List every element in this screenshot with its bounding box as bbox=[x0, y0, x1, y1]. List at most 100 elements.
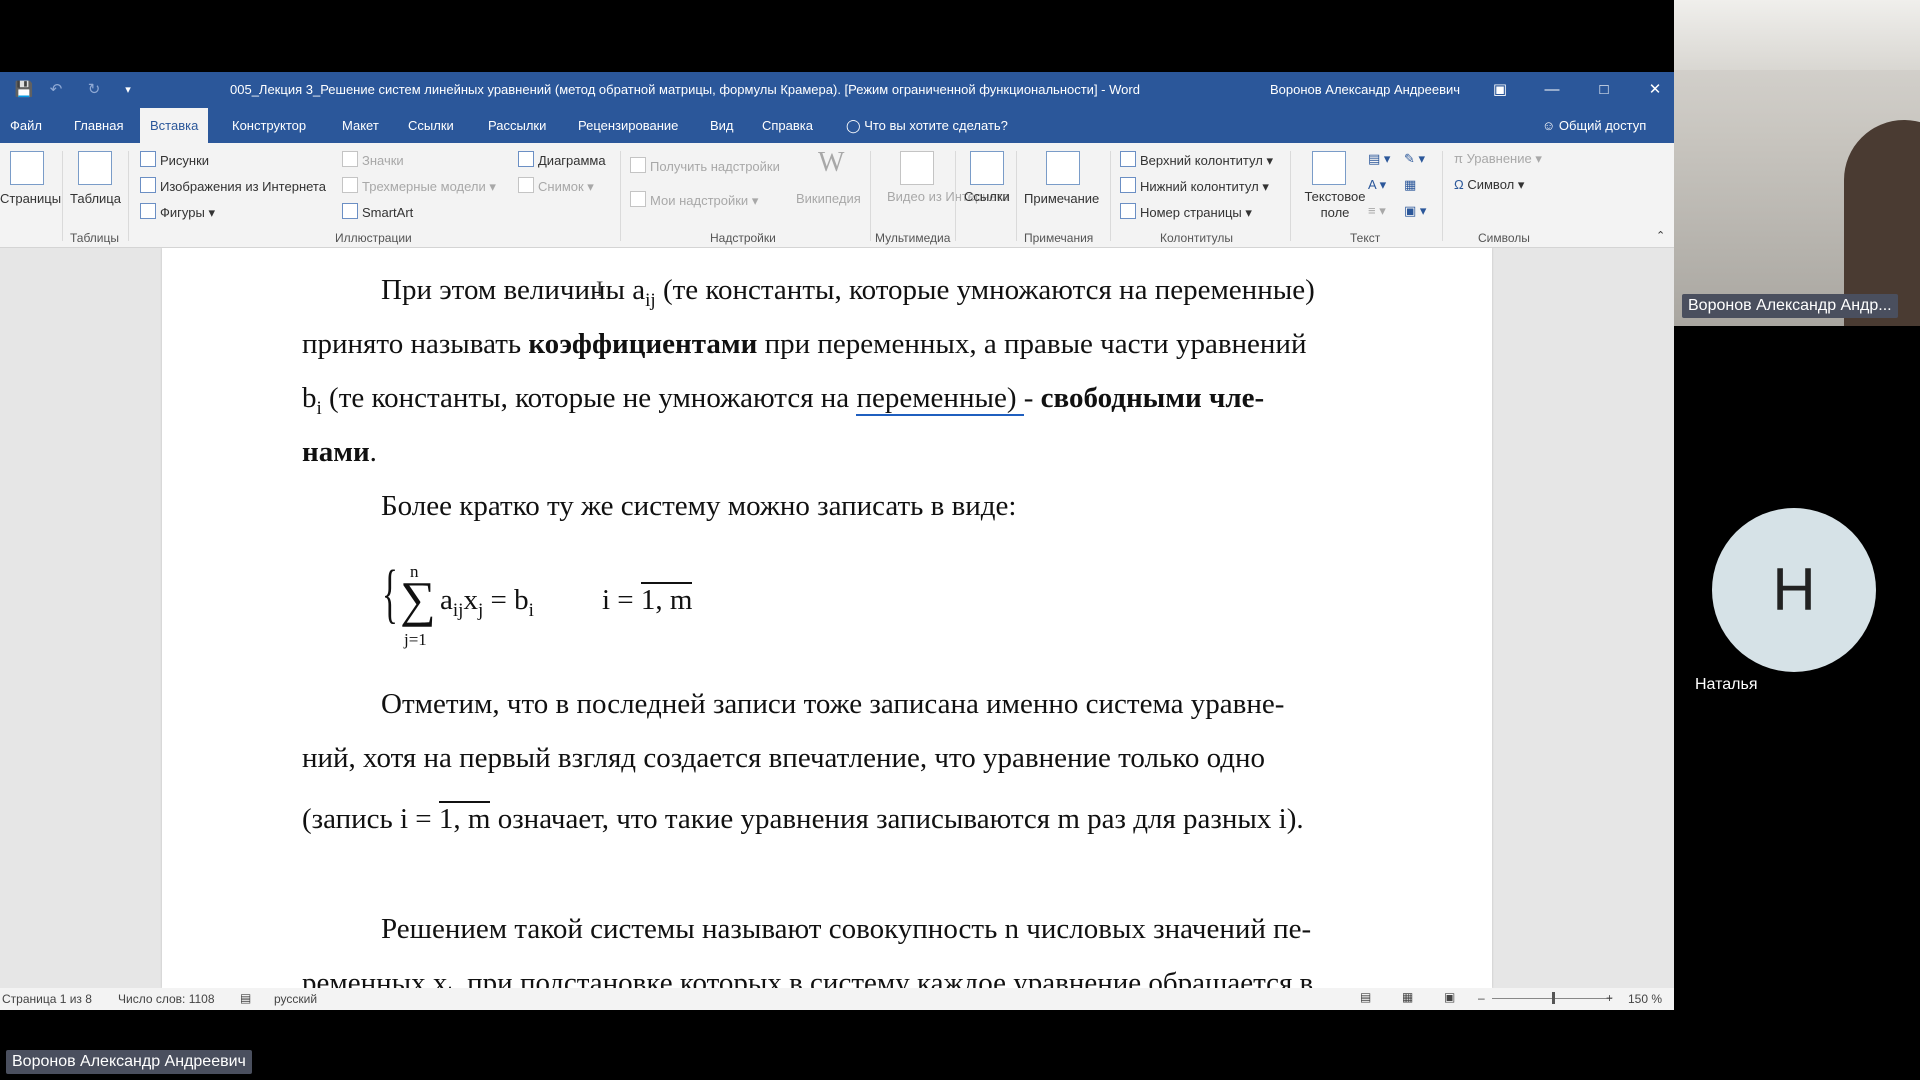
ribbon-display-icon[interactable]: ▣ bbox=[1490, 80, 1510, 100]
divider bbox=[870, 151, 871, 241]
3d-models-button[interactable]: Трехмерные модели ▾ bbox=[342, 177, 496, 195]
page-count[interactable]: Страница 1 из 8 bbox=[2, 992, 92, 1006]
text-box-icon[interactable] bbox=[1312, 151, 1346, 185]
equation-label: Уравнение bbox=[1466, 151, 1532, 166]
chart-button[interactable]: Диаграмма bbox=[518, 151, 606, 168]
proofing-icon[interactable]: ▤ bbox=[240, 991, 251, 1005]
object-icon[interactable]: ▣ ▾ bbox=[1404, 203, 1426, 219]
tell-me-search[interactable]: ◯ Что вы хотите сделать? bbox=[844, 108, 1010, 143]
document-page[interactable]: При этом величины aij (те константы, кот… bbox=[162, 248, 1492, 988]
text-cursor-icon: I bbox=[596, 276, 604, 301]
pictures-button[interactable]: Рисунки bbox=[140, 151, 209, 168]
footer-button[interactable]: Нижний колонтитул ▾ bbox=[1120, 177, 1269, 195]
web-layout-icon[interactable]: ▣ bbox=[1444, 990, 1455, 1004]
zoom-slider-thumb[interactable] bbox=[1552, 992, 1555, 1004]
shapes-icon bbox=[140, 203, 156, 219]
ribbon-tabs: Файл Главная Вставка Конструктор Макет С… bbox=[0, 108, 1674, 143]
undo-icon[interactable]: ↶ bbox=[46, 80, 66, 100]
addins-group-label: Надстройки bbox=[710, 231, 776, 245]
tab-review[interactable]: Рецензирование bbox=[576, 108, 680, 143]
screenshot-button[interactable]: Снимок ▾ bbox=[518, 177, 594, 195]
pages-button[interactable]: Страницы bbox=[0, 191, 61, 206]
close-icon[interactable]: ✕ bbox=[1645, 80, 1665, 100]
online-pictures-button[interactable]: Изображения из Интернета bbox=[140, 177, 326, 194]
minimize-icon[interactable]: — bbox=[1542, 80, 1562, 100]
header-button[interactable]: Верхний колонтитул ▾ bbox=[1120, 151, 1273, 169]
my-addins-button[interactable]: Мои надстройки ▾ bbox=[630, 191, 758, 209]
divider bbox=[128, 151, 129, 241]
tab-home[interactable]: Главная bbox=[72, 108, 125, 143]
pi-icon: π bbox=[1454, 151, 1463, 166]
tab-help[interactable]: Справка bbox=[760, 108, 815, 143]
date-time-icon[interactable]: ▦ bbox=[1404, 177, 1416, 193]
zoom-in-icon[interactable]: + bbox=[1606, 991, 1613, 1005]
comment-icon[interactable] bbox=[1046, 151, 1080, 185]
tab-references[interactable]: Ссылки bbox=[406, 108, 456, 143]
links-button[interactable]: Ссылки bbox=[964, 189, 1010, 204]
smartart-button[interactable]: SmartArt bbox=[342, 203, 413, 220]
table-icon[interactable] bbox=[78, 151, 112, 185]
header-icon bbox=[1120, 151, 1136, 167]
paragraph-line: Решением такой системы называют совокупн… bbox=[381, 913, 1312, 945]
status-bar: Страница 1 из 8 Число слов: 1108 ▤ русск… bbox=[0, 988, 1674, 1010]
page-number-button[interactable]: Номер страницы ▾ bbox=[1120, 203, 1252, 221]
equation-button[interactable]: π Уравнение ▾ bbox=[1454, 151, 1542, 167]
account-name[interactable]: Воронов Александр Андреевич bbox=[1270, 82, 1460, 97]
wikipedia-button[interactable]: Википедия bbox=[796, 191, 861, 206]
redo-icon[interactable]: ↻ bbox=[84, 80, 104, 100]
save-icon[interactable]: 💾 bbox=[14, 80, 34, 100]
paragraph-line: bi (те константы, которые не умножаются … bbox=[302, 382, 1265, 419]
footer-label: Нижний колонтитул bbox=[1140, 179, 1259, 194]
tables-group-label: Таблицы bbox=[70, 231, 120, 245]
get-addins-button[interactable]: Получить надстройки bbox=[630, 157, 780, 174]
symbol-button[interactable]: Ω Символ ▾ bbox=[1454, 177, 1524, 193]
word-count[interactable]: Число слов: 1108 bbox=[118, 992, 215, 1006]
comment-button[interactable]: Примечание bbox=[1024, 191, 1099, 206]
my-addins-label: Мои надстройки bbox=[650, 193, 749, 208]
video-icon[interactable] bbox=[900, 151, 934, 185]
ceiling-light bbox=[1674, 0, 1920, 70]
table-button[interactable]: Таблица bbox=[70, 191, 121, 206]
shapes-button[interactable]: Фигуры ▾ bbox=[140, 203, 215, 221]
wordart-icon[interactable]: A ▾ bbox=[1368, 177, 1386, 193]
symbol-label: Символ bbox=[1467, 177, 1515, 192]
language-indicator[interactable]: русский bbox=[274, 992, 317, 1006]
store-icon bbox=[630, 157, 646, 173]
addins-icon bbox=[630, 191, 646, 207]
read-mode-icon[interactable]: ▤ bbox=[1360, 990, 1371, 1004]
tab-view[interactable]: Вид bbox=[708, 108, 736, 143]
quick-parts-icon[interactable]: ▤ ▾ bbox=[1368, 151, 1390, 167]
tab-layout[interactable]: Макет bbox=[340, 108, 381, 143]
brace-symbol: { bbox=[382, 557, 398, 630]
formula-range: i = 1, m bbox=[602, 582, 693, 616]
signature-line-icon[interactable]: ✎ ▾ bbox=[1404, 151, 1425, 167]
media-group-label: Мультимедиа bbox=[875, 231, 951, 245]
paragraph-line: Отметим, что в последней записи тоже зап… bbox=[381, 688, 1285, 720]
divider bbox=[620, 151, 621, 241]
print-layout-icon[interactable]: ▦ bbox=[1402, 990, 1413, 1004]
share-button[interactable]: ☺ Общий доступ bbox=[1540, 108, 1648, 143]
tab-design[interactable]: Конструктор bbox=[230, 108, 308, 143]
tab-insert[interactable]: Вставка bbox=[140, 108, 209, 143]
text-box-button[interactable]: Текстовое поле bbox=[1295, 189, 1375, 221]
paragraph-line: (запись i = 1, m означает, что такие ура… bbox=[302, 801, 1304, 835]
icons-button[interactable]: Значки bbox=[342, 151, 404, 168]
share-label: Общий доступ bbox=[1558, 118, 1647, 133]
avatar[interactable]: Н bbox=[1712, 508, 1876, 672]
link-icon[interactable] bbox=[970, 151, 1004, 185]
collapse-ribbon-icon[interactable]: ⌃ bbox=[1656, 229, 1665, 242]
summation-formula[interactable]: { n ∑ j=1 aijxj = bi i = 1, m bbox=[382, 557, 712, 658]
tab-mailings[interactable]: Рассылки bbox=[486, 108, 548, 143]
zoom-level[interactable]: 150 % bbox=[1628, 992, 1662, 1006]
wikipedia-icon[interactable]: W bbox=[818, 147, 844, 179]
page-number-label: Номер страницы bbox=[1140, 205, 1242, 220]
zoom-out-icon[interactable]: – bbox=[1478, 991, 1485, 1005]
participant-video-tile[interactable] bbox=[1674, 0, 1920, 326]
customize-toolbar-icon[interactable]: ▾ bbox=[118, 80, 138, 100]
maximize-icon[interactable]: □ bbox=[1594, 80, 1614, 100]
drop-cap-icon[interactable]: ≡ ▾ bbox=[1368, 203, 1386, 219]
tab-file[interactable]: Файл bbox=[8, 108, 44, 143]
window-title: 005_Лекция 3_Решение систем линейных ура… bbox=[230, 82, 1140, 97]
pages-icon[interactable] bbox=[10, 151, 44, 185]
divider bbox=[955, 151, 956, 241]
